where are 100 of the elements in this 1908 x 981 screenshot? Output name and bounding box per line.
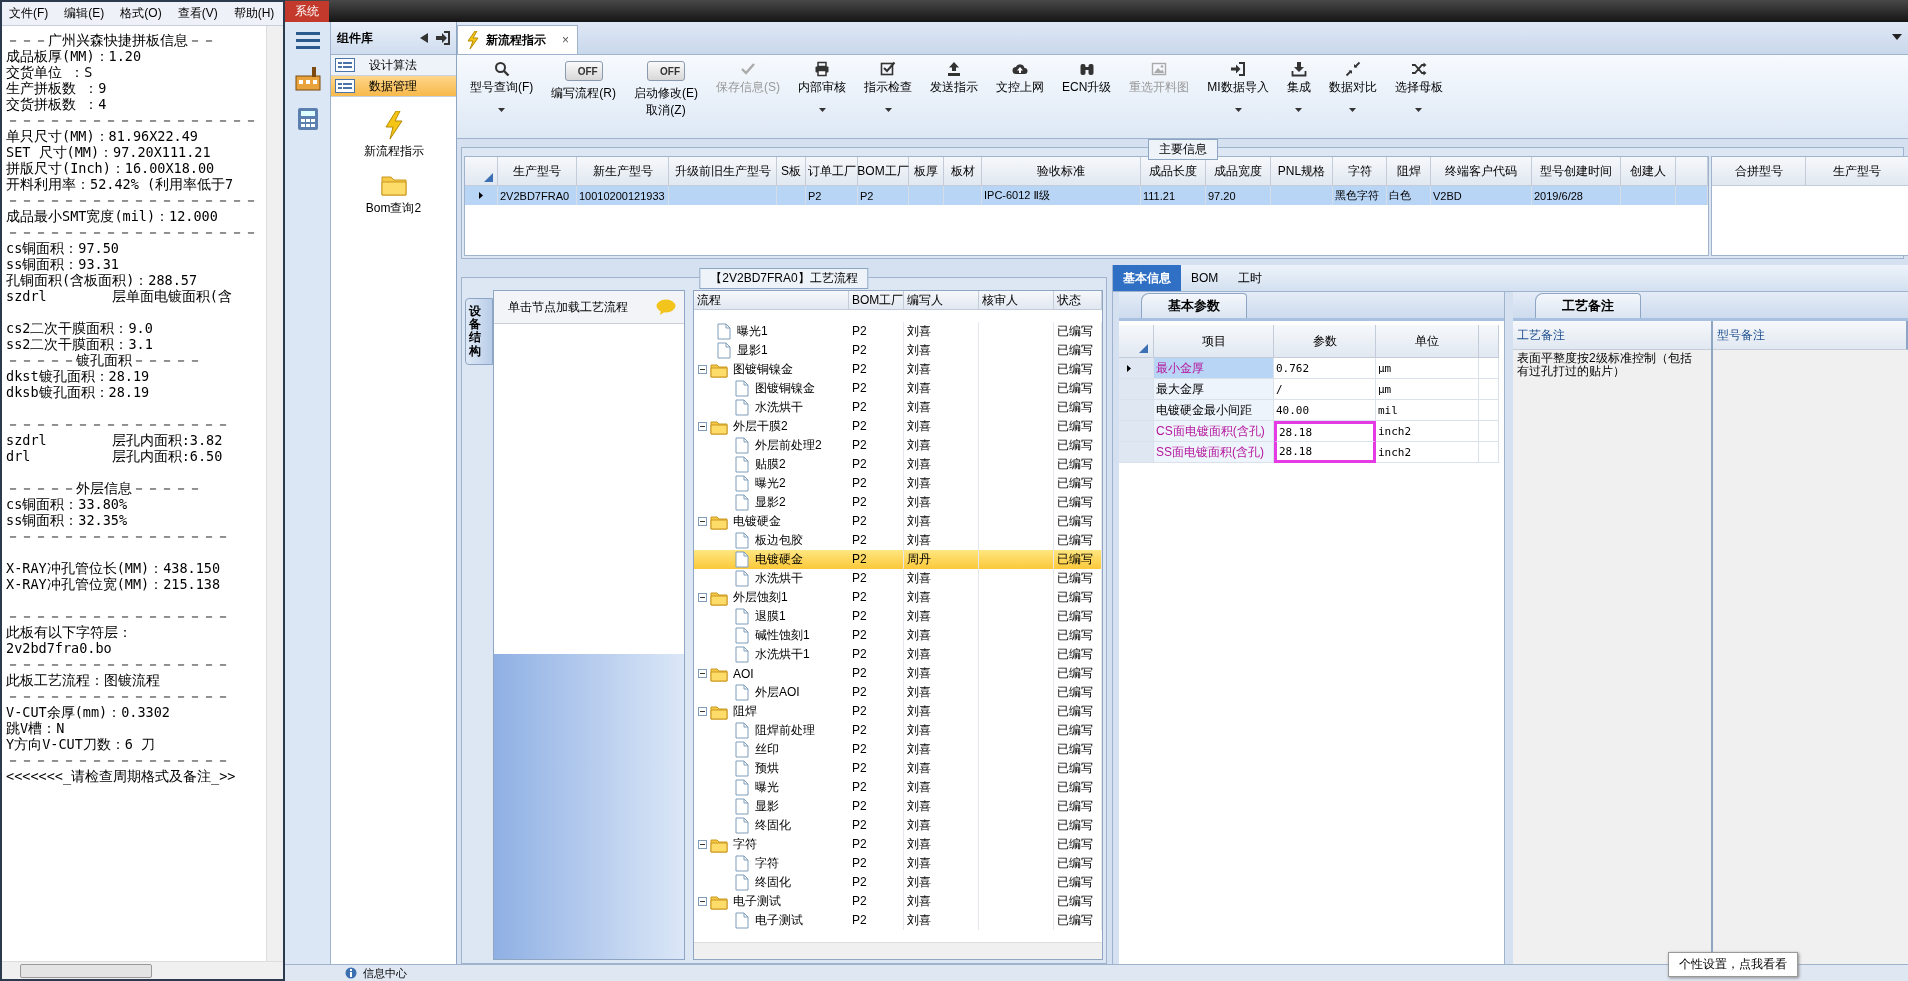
toolbar-button[interactable]: 选择母板 [1385, 61, 1452, 112]
document-tab[interactable]: 新流程指示 × [457, 25, 578, 54]
column-header[interactable]: 板材 [944, 157, 982, 186]
tree-row[interactable]: 电镀硬金 P2 周丹 已编写 [694, 550, 1102, 569]
tree-row[interactable]: 外层干膜2 P2 刘喜 已编写 [694, 417, 1102, 436]
tree-row[interactable]: 终固化 P2 刘喜 已编写 [694, 873, 1102, 892]
expander-icon[interactable] [698, 365, 707, 374]
panel-tab[interactable]: 基本参数 [1141, 293, 1247, 318]
tree-row[interactable]: 电子测试 P2 刘喜 已编写 [694, 911, 1102, 930]
vertical-scrollbar[interactable] [266, 26, 283, 961]
tree-row[interactable]: 阻焊 P2 刘喜 已编写 [694, 702, 1102, 721]
expander-icon[interactable] [698, 840, 707, 849]
tree-row[interactable]: 图镀铜镍金 P2 刘喜 已编写 [694, 379, 1102, 398]
column-header[interactable]: 项目 [1154, 325, 1274, 358]
tree-row[interactable]: 电子测试 P2 刘喜 已编写 [694, 892, 1102, 911]
tool-label[interactable]: Bom查询2 [365, 200, 422, 217]
toolbar-button[interactable]: 集成 [1277, 61, 1320, 112]
tree-row[interactable]: 曝光1 P2 刘喜 已编写 [694, 322, 1102, 341]
toolbar-button[interactable]: 指示检查 [855, 61, 921, 112]
column-header[interactable]: 创建人 [1621, 157, 1676, 186]
column-header[interactable]: 参数 [1274, 325, 1376, 358]
row-header[interactable] [465, 186, 498, 205]
tree-row[interactable]: 字符 P2 刘喜 已编写 [694, 835, 1102, 854]
tree-row[interactable]: 曝光2 P2 刘喜 已编写 [694, 474, 1102, 493]
expander-icon[interactable] [698, 422, 707, 431]
column-header[interactable]: 升级前旧生产型号 [669, 157, 777, 186]
expander-icon[interactable] [698, 669, 707, 678]
tree-row[interactable]: 显影 P2 刘喜 已编写 [694, 797, 1102, 816]
tree-row[interactable]: 水洗烘干1 P2 刘喜 已编写 [694, 645, 1102, 664]
menu-item[interactable]: 编辑(E) [61, 3, 108, 24]
tree-row[interactable]: 外层AOI P2 刘喜 已编写 [694, 683, 1102, 702]
toggle-switch[interactable]: OFF [647, 61, 685, 81]
column-header[interactable]: 流程 [694, 291, 849, 309]
tree-row[interactable]: AOI P2 刘喜 已编写 [694, 664, 1102, 683]
tree-row[interactable]: 显影1 P2 刘喜 已编写 [694, 341, 1102, 360]
column-header[interactable]: 型号创建时间 [1532, 157, 1621, 186]
tree-row[interactable]: 碱性蚀刻1 P2 刘喜 已编写 [694, 626, 1102, 645]
tree-row[interactable]: 预烘 P2 刘喜 已编写 [694, 759, 1102, 778]
column-header[interactable]: 订单工厂 [806, 157, 858, 186]
menu-item[interactable]: 查看(V) [174, 3, 221, 24]
toggle-switch[interactable]: OFF [564, 61, 603, 81]
tree-row[interactable]: 电镀硬金 P2 刘喜 已编写 [694, 512, 1102, 531]
tree-row[interactable]: 外层蚀刻1 P2 刘喜 已编写 [694, 588, 1102, 607]
column-header[interactable]: 板厚 [909, 157, 944, 186]
tab[interactable]: 工时 [1228, 265, 1273, 291]
toolbar-button[interactable]: 内部审核 [789, 61, 855, 112]
nav-item[interactable]: 数据管理 [331, 76, 456, 97]
column-header[interactable]: 单位 [1376, 325, 1479, 358]
tool-label[interactable]: 新流程指示 [363, 143, 424, 160]
column-header[interactable]: 新生产型号 [577, 157, 669, 186]
tree-row[interactable]: 水洗烘干 P2 刘喜 已编写 [694, 398, 1102, 417]
column-header[interactable]: 编写人 [904, 291, 979, 309]
column-header[interactable]: 型号备注 [1713, 321, 1908, 350]
column-header[interactable]: S板 [777, 157, 806, 186]
column-header[interactable]: 阻焊 [1387, 157, 1431, 186]
toolbar-button[interactable]: ECN升级 [1053, 61, 1121, 96]
horizontal-scrollbar[interactable] [694, 942, 1102, 959]
menu-item[interactable]: 格式(O) [117, 3, 165, 24]
column-header[interactable]: 生产型号 [1806, 157, 1908, 186]
tree-row[interactable]: 曝光 P2 刘喜 已编写 [694, 778, 1102, 797]
tree-row[interactable]: 退膜1 P2 刘喜 已编写 [694, 607, 1102, 626]
status-item[interactable]: 信息中心 [363, 965, 407, 981]
column-header[interactable]: 终端客户代码 [1431, 157, 1532, 186]
row-header[interactable] [1119, 358, 1154, 379]
expander-icon[interactable] [698, 517, 707, 526]
horizontal-scrollbar[interactable] [2, 961, 283, 979]
tree-row[interactable]: 外层前处理2 P2 刘喜 已编写 [694, 436, 1102, 455]
close-glyph[interactable]: × [562, 33, 569, 47]
column-header[interactable]: 合拼型号 [1712, 157, 1806, 186]
column-header[interactable]: 验收标准 [982, 157, 1141, 186]
expander-icon[interactable] [698, 593, 707, 602]
panel-tab[interactable]: 工艺备注 [1535, 293, 1641, 318]
column-header[interactable]: BOM工厂 [849, 291, 904, 309]
tree-row[interactable]: 字符 P2 刘喜 已编写 [694, 854, 1102, 873]
column-header[interactable]: 工艺备注 [1513, 321, 1713, 350]
column-header[interactable]: PNL规格 [1271, 157, 1333, 186]
column-header[interactable]: 生产型号 [498, 157, 577, 186]
tree-row[interactable]: 显影2 P2 刘喜 已编写 [694, 493, 1102, 512]
expander-icon[interactable] [698, 707, 707, 716]
tree-row[interactable]: 水洗烘干 P2 刘喜 已编写 [694, 569, 1102, 588]
column-header[interactable]: 字符 [1333, 157, 1387, 186]
toolbar-button[interactable]: 型号查询(F) [461, 61, 543, 112]
expander-icon[interactable] [698, 897, 707, 906]
column-header[interactable]: 核审人 [979, 291, 1054, 309]
column-header[interactable]: 状态 [1054, 291, 1102, 309]
toolbar-button[interactable]: 发送指示 [921, 61, 987, 96]
vertical-tab[interactable]: 设备结构 [465, 298, 493, 365]
column-header[interactable]: BOM工厂 [858, 157, 909, 186]
tree-row[interactable]: 终固化 P2 刘喜 已编写 [694, 816, 1102, 835]
tab[interactable]: BOM [1181, 265, 1229, 291]
toolbar-button[interactable]: MI数据导入 [1198, 61, 1278, 112]
system-tab[interactable]: 系统 [285, 1, 329, 22]
tree-row[interactable]: 阻焊前处理 P2 刘喜 已编写 [694, 721, 1102, 740]
menu-item[interactable]: 文件(F) [6, 3, 52, 24]
tab[interactable]: 基本信息 [1113, 265, 1181, 291]
toolbar-button[interactable]: 数据对比 [1319, 61, 1386, 112]
tree-row[interactable]: 丝印 P2 刘喜 已编写 [694, 740, 1102, 759]
toolbar-button[interactable]: 文控上网 [987, 61, 1053, 96]
menu-item[interactable]: 帮助(H) [230, 3, 278, 24]
column-header[interactable]: 成品宽度 [1206, 157, 1271, 186]
